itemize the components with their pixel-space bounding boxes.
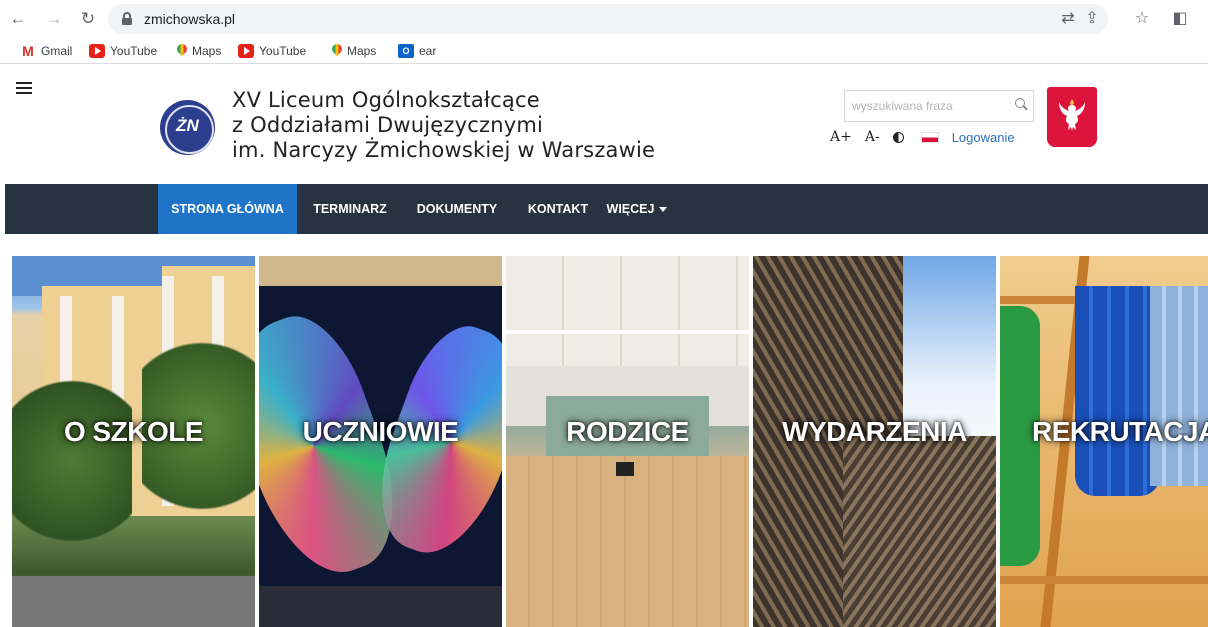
school-name-line-2: z Oddziałami Dwujęzycznymi (232, 113, 544, 137)
tile-students[interactable]: UCZNIOWIE (259, 256, 502, 627)
nav-label: STRONA GŁÓWNA (171, 202, 284, 216)
maps-icon (177, 44, 187, 58)
tile-label: RODZICE (566, 416, 689, 447)
reload-icon[interactable]: ↻ (78, 9, 98, 29)
address-bar[interactable]: zmichowska.pl ⇄ ⇪ (108, 4, 1108, 34)
school-name[interactable]: XV Liceum Ogólnokształcące z Oddziałami … (232, 88, 655, 163)
tile-label: WYDARZENIA (782, 416, 967, 447)
nav-label: TERMINARZ (313, 202, 387, 216)
nav-schedule[interactable]: TERMINARZ (305, 184, 395, 234)
bookmark-star-icon[interactable]: ☆ (1132, 9, 1152, 29)
side-panel-icon[interactable]: ◧ (1170, 9, 1190, 29)
youtube-icon (238, 44, 254, 58)
nav-contact[interactable]: KONTAKT (516, 184, 600, 234)
bookmark-youtube-2[interactable]: YouTube (238, 42, 306, 60)
polish-flag-icon[interactable] (921, 132, 938, 142)
youtube-icon (89, 44, 105, 58)
chevron-down-icon (659, 207, 668, 213)
tile-label: O SZKOLE (63, 416, 204, 447)
search-input[interactable] (845, 91, 1005, 121)
nav-label: KONTAKT (527, 202, 589, 216)
url-text: zmichowska.pl (144, 11, 236, 27)
tile-about-school[interactable]: O SZKOLE (12, 256, 255, 627)
browser-toolbar: ← → ↻ zmichowska.pl ⇄ ⇪ ☆ ◧ (0, 0, 1208, 38)
bookmark-label: Maps (192, 44, 222, 58)
bookmark-label: YouTube (110, 44, 158, 58)
font-increase-button[interactable]: A+ (830, 129, 852, 145)
bookmark-maps-2[interactable]: Maps (332, 42, 376, 60)
search-icon[interactable] (1015, 98, 1027, 110)
nav-label: DOKUMENTY (416, 202, 498, 216)
share-icon[interactable]: ⇪ (1082, 9, 1102, 29)
back-arrow-icon[interactable]: ← (8, 9, 28, 29)
gmail-icon: M (22, 43, 34, 59)
bookmark-gmail[interactable]: M Gmail (20, 42, 72, 60)
bookmark-label: ear (419, 44, 437, 58)
lock-icon (122, 12, 132, 25)
polish-emblem-icon (1047, 87, 1097, 147)
login-link[interactable]: Logowanie (952, 130, 1015, 145)
bookmark-youtube-1[interactable]: YouTube (89, 42, 157, 60)
bookmark-label: Gmail (41, 44, 73, 58)
school-logo[interactable] (160, 100, 215, 155)
outlook-icon: O (398, 44, 414, 58)
contrast-icon[interactable] (892, 131, 904, 143)
tile-parents[interactable]: RODZICE (506, 256, 749, 627)
tile-label: REKRUTACJA (1032, 416, 1208, 447)
tile-label: UCZNIOWIE (302, 416, 459, 447)
bookmark-label: Maps (347, 44, 377, 58)
bookmarks-bar: M Gmail YouTube Maps YouTube Maps O ear (0, 38, 1208, 64)
accessibility-tools: A+ A- Logowanie (830, 127, 1015, 147)
search-box (844, 90, 1034, 122)
hamburger-menu-icon[interactable] (16, 82, 32, 95)
maps-icon (332, 44, 342, 58)
bookmark-label: YouTube (259, 44, 307, 58)
school-name-line-1: XV Liceum Ogólnokształcące (232, 88, 540, 112)
tile-recruitment[interactable]: REKRUTACJA (1000, 256, 1208, 627)
forward-arrow-icon[interactable]: → (44, 9, 64, 29)
school-name-line-3: im. Narcyzy Żmichowskiej w Warszawie (232, 138, 656, 162)
bookmark-outlook[interactable]: O ear (398, 42, 436, 60)
font-decrease-button[interactable]: A- (865, 129, 880, 145)
main-navigation: STRONA GŁÓWNA TERMINARZ DOKUMENTY KONTAK… (5, 184, 1208, 234)
nav-home[interactable]: STRONA GŁÓWNA (158, 184, 297, 234)
nav-label: WIĘCEJ (606, 202, 655, 216)
translate-icon[interactable]: ⇄ (1058, 9, 1078, 29)
bookmark-maps-1[interactable]: Maps (177, 42, 221, 60)
nav-documents[interactable]: DOKUMENTY (405, 184, 509, 234)
tile-events[interactable]: WYDARZENIA (753, 256, 996, 627)
nav-more-dropdown[interactable]: WIĘCEJ (595, 184, 679, 234)
